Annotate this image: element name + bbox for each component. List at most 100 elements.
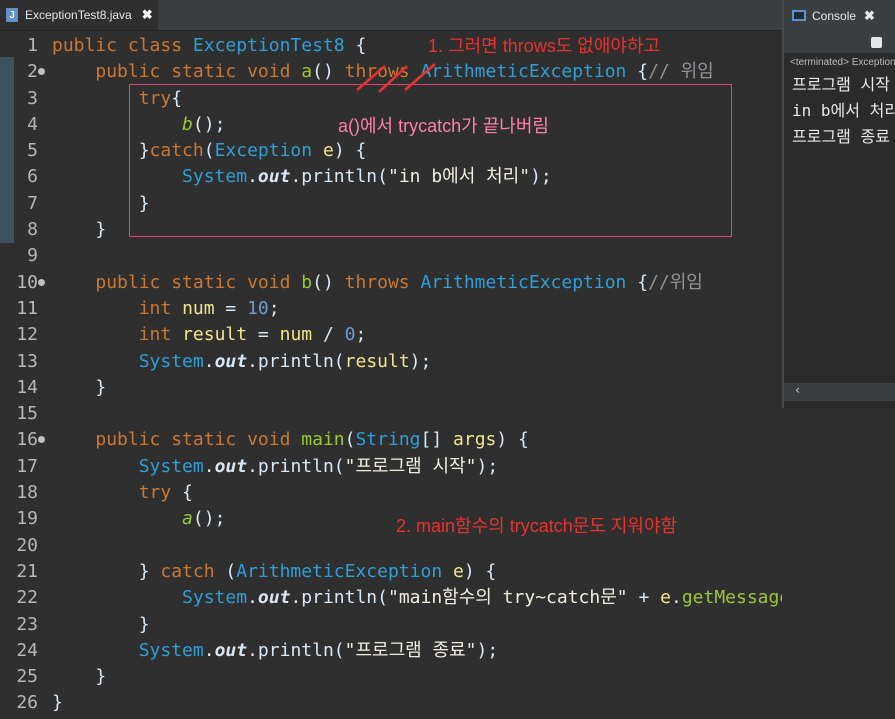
code-token: out (257, 587, 291, 609)
console-panel[interactable]: Console ✖ <terminated> ExceptionTest8 프로… (782, 0, 895, 408)
code-token: int (138, 297, 183, 319)
code-text: a(); (52, 506, 225, 532)
console-tab[interactable]: Console ✖ (784, 0, 895, 31)
close-icon[interactable]: ✖ (142, 7, 153, 23)
fold-toggle-icon[interactable] (38, 278, 45, 286)
code-token: ArithmeticException (236, 560, 443, 582)
code-text: int result = num / 0; (52, 322, 367, 348)
console-status: <terminated> ExceptionTest8 (790, 57, 895, 68)
code-token: (); (192, 508, 226, 530)
code-token: ) { (463, 560, 497, 582)
scroll-left-icon[interactable]: ‹ (794, 383, 801, 397)
code-text: public static void main(String[] args) { (52, 427, 529, 453)
line-number: 6 (27, 166, 38, 188)
code-line[interactable]: 9 (0, 243, 782, 269)
code-token: ArithmeticException (420, 271, 627, 293)
code-token: String (355, 429, 421, 451)
line-number: 16 (16, 429, 38, 451)
code-token: ArithmeticException (420, 61, 627, 83)
code-token: = (247, 324, 280, 346)
code-text: System.out.println(result); (52, 349, 432, 375)
line-number: 7 (27, 192, 38, 214)
code-token: } (52, 376, 107, 398)
code-line[interactable]: 17 System.out.println("프로그램 시작"); (0, 454, 782, 480)
code-token: // 위임 (648, 61, 714, 83)
code-token: } (52, 692, 63, 714)
code-token: / (312, 324, 345, 346)
code-token: System (182, 587, 248, 609)
code-line[interactable]: 15 (0, 401, 782, 427)
code-token: ); (476, 455, 499, 477)
line-number: 22 (16, 587, 38, 609)
annotation-box (129, 84, 732, 237)
terminate-icon[interactable] (871, 37, 882, 48)
console-horizontal-scrollbar[interactable]: ‹ (784, 383, 895, 401)
line-number: 14 (16, 376, 38, 398)
line-number: 13 (16, 350, 38, 372)
code-token: ( (214, 560, 237, 582)
line-number: 24 (16, 639, 38, 661)
code-token: .println( (247, 639, 345, 661)
console-title: Console (812, 8, 857, 23)
code-token: . (203, 350, 215, 372)
code-line[interactable]: 14 } (0, 375, 782, 401)
code-line[interactable]: 12 int result = num / 0; (0, 322, 782, 348)
code-line[interactable]: 10 public static void b() throws Arithme… (0, 270, 782, 296)
line-number: 4 (27, 113, 38, 135)
code-text: } (52, 690, 63, 716)
editor-tab[interactable]: J ExceptionTest8.java ✖ (0, 0, 158, 30)
java-file-icon: J (6, 8, 18, 22)
close-icon[interactable]: ✖ (864, 8, 875, 24)
code-line[interactable]: 13 System.out.println(result); (0, 349, 782, 375)
code-text: public static void b() throws Arithmetic… (52, 270, 703, 296)
code-line[interactable]: 25 } (0, 664, 782, 690)
code-line[interactable]: 11 int num = 10; (0, 296, 782, 322)
code-token: . (670, 587, 682, 609)
code-line[interactable]: 26} (0, 690, 782, 716)
line-number: 17 (16, 455, 38, 477)
line-number: 5 (27, 140, 38, 162)
fold-toggle-icon[interactable] (38, 436, 45, 444)
code-text: } (52, 612, 150, 638)
fold-toggle-icon[interactable] (38, 68, 45, 76)
code-editor[interactable]: J ExceptionTest8.java ✖ 1 public class Ex… (0, 0, 834, 719)
code-token: 10 (247, 297, 269, 319)
line-number: 3 (27, 87, 38, 109)
code-line[interactable]: 21 } catch (ArithmeticException e) { (0, 559, 782, 585)
code-line[interactable]: 24 System.out.println("프로그램 종료"); (0, 638, 782, 664)
code-text: System.out.println("프로그램 종료"); (52, 638, 499, 664)
code-text: public class ExceptionTest8 { (52, 33, 366, 59)
code-text: } catch (ArithmeticException e) { (52, 559, 497, 585)
code-token: } (52, 666, 107, 688)
editor-tab-filename: ExceptionTest8.java (25, 8, 132, 22)
code-token: try (138, 482, 172, 504)
line-number: 23 (16, 613, 38, 635)
line-number: 26 (16, 692, 38, 714)
code-line[interactable]: 1 public class ExceptionTest8 { (0, 33, 782, 59)
code-token: .println( (290, 587, 388, 609)
code-token: 0 (344, 324, 356, 346)
code-token: out (214, 455, 248, 477)
line-number: 20 (16, 534, 38, 556)
code-token: { (344, 35, 367, 56)
code-token: getMessage (681, 587, 791, 609)
code-line[interactable]: 23 } (0, 612, 782, 638)
code-token: catch (160, 560, 215, 582)
line-number: 1 (27, 35, 38, 56)
line-number: 15 (16, 403, 38, 425)
code-token: result (344, 350, 410, 372)
code-line[interactable]: 22 System.out.println("main함수의 try~catch… (0, 585, 833, 611)
code-line[interactable]: 18 try { (0, 480, 782, 506)
code-text: } (52, 375, 106, 401)
annotation-note-1: 1. 그러면 throws도 없애야하고 (428, 36, 661, 56)
code-token: //위임 (648, 271, 703, 293)
line-number: 25 (16, 666, 38, 688)
code-line[interactable]: 16 public static void main(String[] args… (0, 427, 782, 453)
code-token: { (626, 271, 649, 293)
